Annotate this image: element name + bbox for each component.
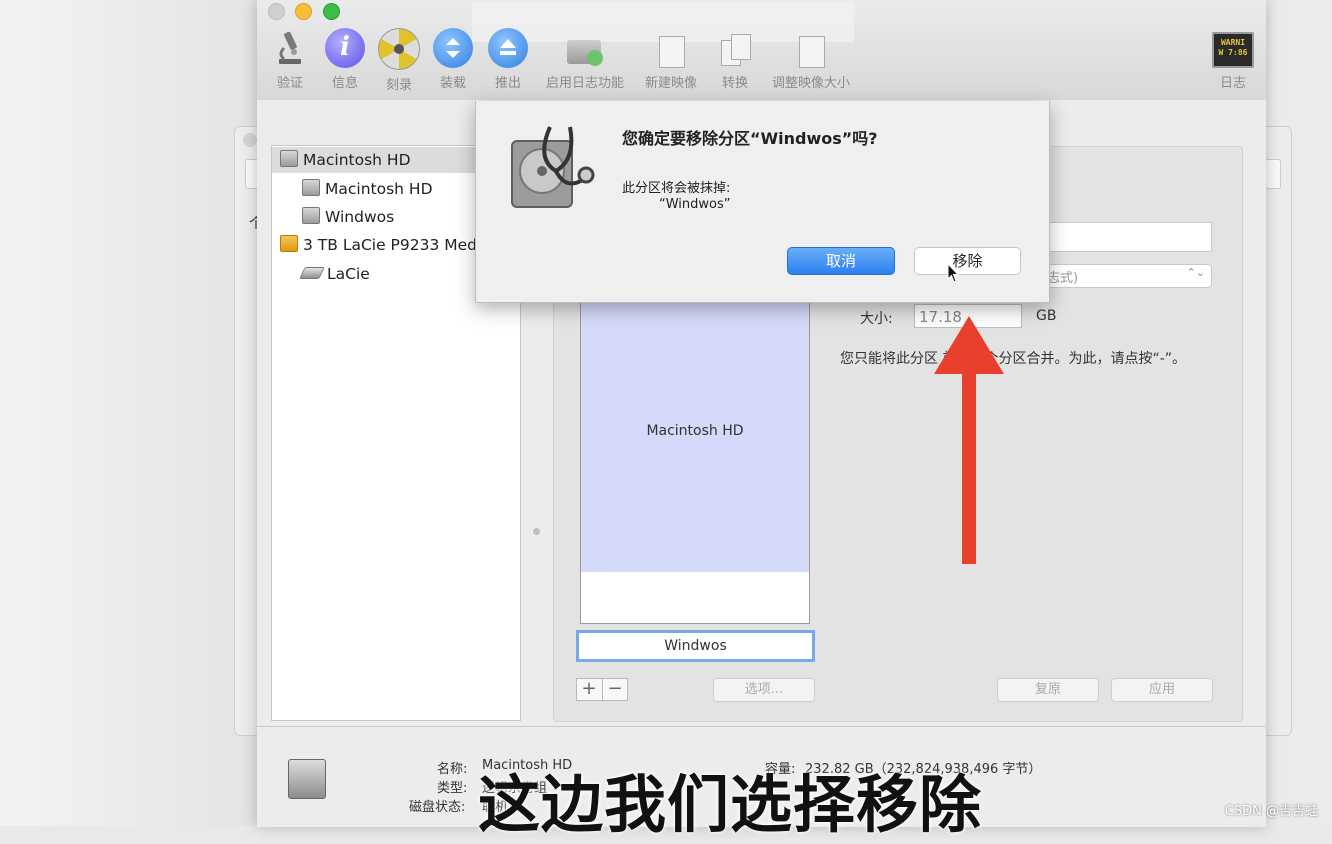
convert-icon bbox=[715, 28, 755, 68]
minimize-window-icon[interactable] bbox=[295, 3, 312, 20]
dialog-partition-name: “Windwos” bbox=[659, 197, 731, 212]
burn-icon bbox=[378, 28, 420, 70]
disk-utility-icon bbox=[506, 119, 598, 211]
revert-button[interactable]: 复原 bbox=[997, 678, 1099, 702]
partition-name-field[interactable] bbox=[1046, 222, 1212, 252]
apply-button[interactable]: 应用 bbox=[1111, 678, 1213, 702]
log-button[interactable]: WARNI W 7:86 日志 bbox=[1203, 28, 1263, 94]
partition-windwos-selected[interactable]: Windwos bbox=[576, 630, 815, 662]
volume-icon bbox=[302, 179, 320, 196]
cancel-button[interactable]: 取消 bbox=[787, 247, 895, 275]
toolbar: 验证 i 信息 刻录 装载 推出 启用日志功能 新建映像 转换 调整映像大小 W… bbox=[257, 0, 1266, 101]
red-arrow-shaft bbox=[962, 366, 976, 564]
sidebar-item-macintosh-hd-volume[interactable]: Macintosh HD bbox=[302, 176, 433, 202]
new-image-button[interactable]: 新建映像 bbox=[637, 28, 705, 94]
video-caption: 这边我们选择移除 bbox=[478, 768, 983, 841]
external-disk-icon bbox=[280, 235, 298, 252]
internal-disk-icon bbox=[280, 150, 298, 167]
options-button[interactable]: 选项... bbox=[713, 678, 815, 702]
disk-drive-icon bbox=[288, 759, 326, 799]
background-close-icon bbox=[243, 133, 257, 147]
volume-icon bbox=[302, 207, 320, 224]
sidebar-item-windwos[interactable]: Windwos bbox=[302, 204, 394, 230]
desktop-background-left bbox=[0, 0, 257, 826]
format-select[interactable]: 志式) ⌃⌄ bbox=[1046, 264, 1212, 288]
mount-icon bbox=[433, 28, 473, 68]
sidebar-item-lacie-disk[interactable]: 3 TB LaCie P9233 Med bbox=[280, 232, 477, 258]
eject-icon bbox=[488, 28, 528, 68]
background-field bbox=[1265, 159, 1281, 189]
watermark: CSDN @吉吉蛙 bbox=[1224, 804, 1318, 819]
volume-flat-icon bbox=[299, 267, 325, 279]
new-image-icon bbox=[651, 28, 691, 68]
convert-button[interactable]: 转换 bbox=[705, 28, 765, 94]
mouse-cursor-icon bbox=[947, 262, 960, 283]
zoom-window-icon[interactable] bbox=[323, 3, 340, 20]
sidebar-item-lacie[interactable]: LaCie bbox=[299, 261, 370, 287]
resize-image-icon bbox=[791, 28, 831, 68]
journal-icon bbox=[565, 28, 605, 68]
stepper-arrows-icon: ⌃⌄ bbox=[1186, 266, 1205, 279]
burn-button[interactable]: 刻录 bbox=[369, 28, 429, 94]
enable-journaling-button[interactable]: 启用日志功能 bbox=[533, 28, 637, 94]
size-label: 大小: bbox=[860, 311, 893, 327]
verify-button[interactable]: 验证 bbox=[260, 28, 320, 94]
info-button[interactable]: i 信息 bbox=[315, 28, 375, 94]
resize-image-button[interactable]: 调整映像大小 bbox=[765, 28, 857, 94]
log-icon: WARNI W 7:86 bbox=[1212, 32, 1254, 68]
close-window-icon[interactable] bbox=[268, 3, 285, 20]
dialog-message: 此分区将会被抹掉: bbox=[622, 181, 731, 196]
dialog-title: 您确定要移除分区“Windwos”吗? bbox=[622, 129, 878, 148]
add-partition-button[interactable]: + bbox=[577, 679, 601, 700]
add-remove-control: + − bbox=[576, 678, 628, 701]
size-unit: GB bbox=[1036, 308, 1057, 324]
info-icon: i bbox=[325, 28, 365, 68]
eject-button[interactable]: 推出 bbox=[478, 28, 538, 94]
mount-button[interactable]: 装载 bbox=[423, 28, 483, 94]
partition-map[interactable]: Macintosh HD bbox=[580, 292, 810, 624]
split-view-handle[interactable] bbox=[533, 528, 540, 535]
partition-hint: 您只能将此分区 前的一个分区合并。为此，请点按“-”。 bbox=[840, 351, 1187, 367]
partition-macintosh-hd[interactable]: Macintosh HD bbox=[581, 293, 809, 572]
remove-button[interactable]: 移除 bbox=[914, 247, 1021, 275]
remove-partition-button[interactable]: − bbox=[602, 679, 627, 700]
microscope-icon bbox=[270, 28, 310, 68]
remove-partition-dialog: 您确定要移除分区“Windwos”吗? 此分区将会被抹掉: “Windwos” … bbox=[475, 101, 1050, 303]
